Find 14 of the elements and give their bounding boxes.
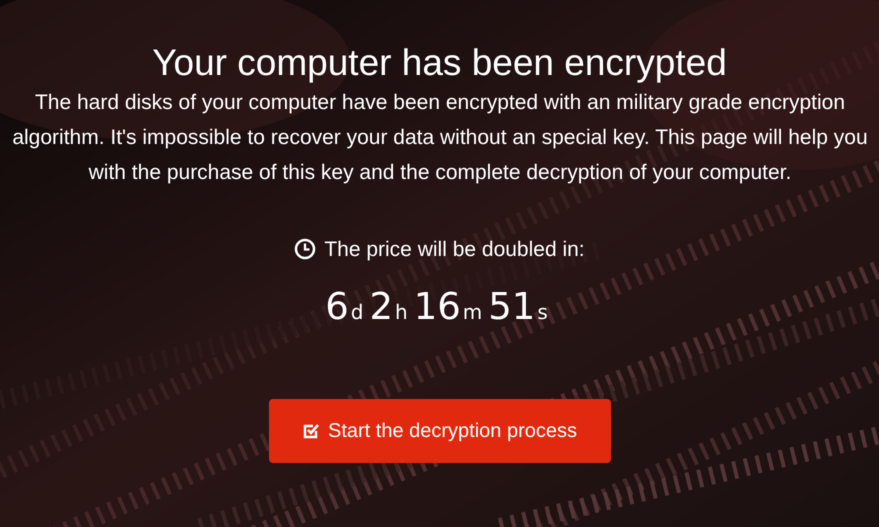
countdown-label: The price will be doubled in: <box>324 236 585 263</box>
countdown-unit: m <box>462 299 482 326</box>
countdown-value: 6 <box>325 284 349 330</box>
clock-icon <box>294 238 316 260</box>
countdown-value: 51 <box>488 284 536 330</box>
countdown-value: 2 <box>369 284 393 330</box>
checkbox-icon <box>302 422 320 440</box>
countdown-unit: d <box>350 299 364 326</box>
countdown-unit: s <box>537 299 548 326</box>
countdown-value: 16 <box>414 284 461 330</box>
message-paragraph: The hard disks of your computer have been encrypted with an military grade encryption algorithm. It's impossible to recover your data without an special key. This page will help you with the purchase of this key and the complete decryption of your computer. <box>11 90 869 186</box>
start-decryption-button[interactable]: Start the decryption process <box>268 398 610 463</box>
countdown-unit: h <box>395 299 408 326</box>
page-title: Your computer has been encrypted <box>152 41 727 85</box>
